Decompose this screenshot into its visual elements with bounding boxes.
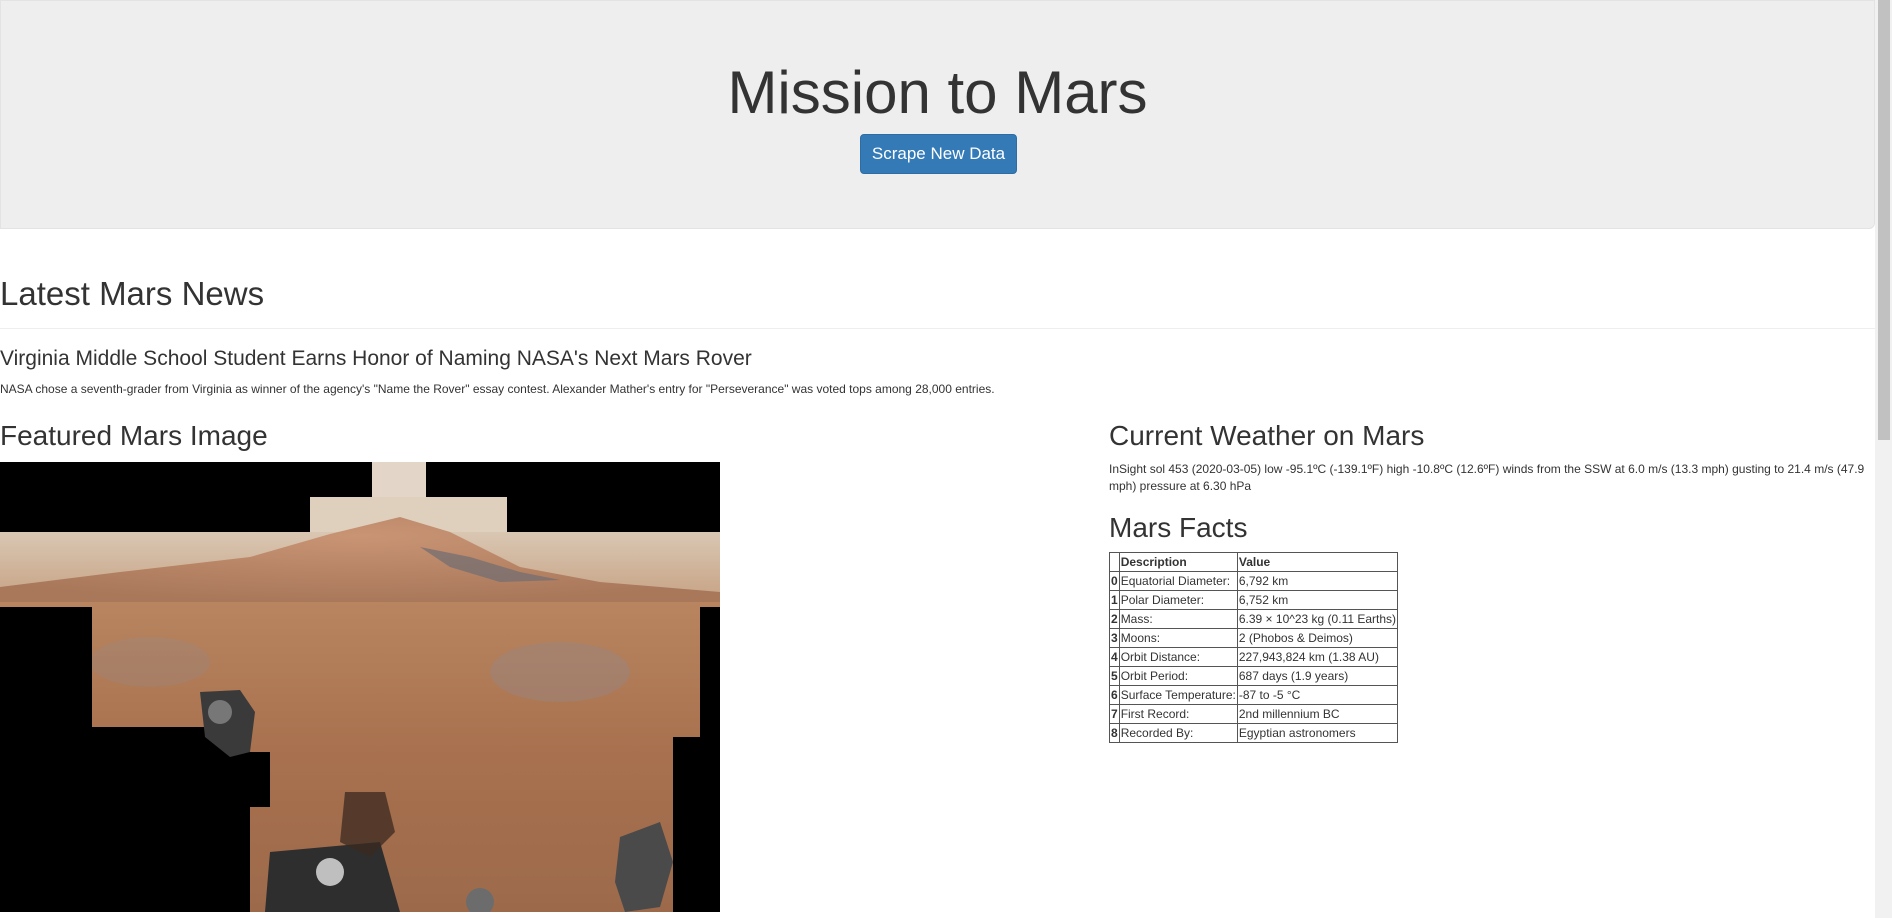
news-paragraph: NASA chose a seventh-grader from Virgini…: [0, 382, 995, 396]
mars-facts-table: Description Value 0 Equatorial Diameter: 6…: [1109, 552, 1399, 743]
row-index: 5: [1109, 666, 1120, 686]
fact-description: Surface Temperature:: [1118, 685, 1238, 705]
row-index: 0: [1109, 571, 1120, 591]
table-row: 3 Moons: 2 (Phobos & Deimos): [1109, 628, 1399, 648]
fact-description: Orbit Period:: [1118, 666, 1238, 686]
featured-image-heading: Featured Mars Image: [0, 420, 268, 451]
fact-description: First Record:: [1118, 704, 1238, 724]
fact-value: Egyptian astronomers: [1236, 723, 1399, 743]
table-row: 0 Equatorial Diameter: 6,792 km: [1109, 571, 1399, 591]
table-row: 8 Recorded By: Egyptian astronomers: [1109, 723, 1399, 743]
fact-value: 6,792 km: [1236, 571, 1399, 591]
scrape-new-data-button[interactable]: Scrape New Data: [860, 134, 1017, 174]
latest-news-heading: Latest Mars News: [0, 275, 265, 312]
fact-value: 227,943,824 km (1.38 AU): [1236, 647, 1399, 667]
row-index: 2: [1109, 609, 1120, 629]
fact-description: Mass:: [1118, 609, 1238, 629]
fact-value: 687 days (1.9 years): [1236, 666, 1399, 686]
news-title: Virginia Middle School Student Earns Hon…: [0, 347, 752, 370]
fact-value: 6.39 × 10^23 kg (0.11 Earths): [1236, 609, 1399, 629]
table-row: 4 Orbit Distance: 227,943,824 km (1.38 AU): [1109, 647, 1399, 667]
mars-facts-heading: Mars Facts: [1109, 512, 1248, 543]
table-row: 7 First Record: 2nd millennium BC: [1109, 704, 1399, 724]
divider: [0, 328, 1875, 329]
row-index: 6: [1109, 685, 1120, 705]
weather-text: InSight sol 453 (2020-03-05) low -95.1ºC…: [1109, 462, 1865, 493]
fact-description: Moons:: [1118, 628, 1238, 648]
table-row: 2 Mass: 6.39 × 10^23 kg (0.11 Earths): [1109, 609, 1399, 629]
mars-panorama-image: [0, 462, 720, 912]
facts-table-body: 0 Equatorial Diameter: 6,792 km 1 Polar Diam…: [1109, 571, 1399, 743]
table-row: 5 Orbit Period: 687 days (1.9 years): [1109, 666, 1399, 686]
scrollbar-thumb[interactable]: [1878, 0, 1890, 440]
column-header: Description: [1118, 552, 1238, 572]
table-row: 1 Polar Diameter: 6,752 km: [1109, 590, 1399, 610]
fact-value: -87 to -5 °C: [1236, 685, 1399, 705]
fact-value: 6,752 km: [1236, 590, 1399, 610]
table-header-row: Description Value: [1109, 552, 1399, 572]
row-index: 4: [1109, 647, 1120, 667]
header-jumbotron: Mission to Mars Scrape New Data: [0, 0, 1875, 229]
column-header: [1109, 552, 1120, 572]
column-header: Value: [1236, 552, 1399, 572]
fact-description: Recorded By:: [1118, 723, 1238, 743]
fact-description: Orbit Distance:: [1118, 647, 1238, 667]
table-row: 6 Surface Temperature: -87 to -5 °C: [1109, 685, 1399, 705]
row-index: 8: [1109, 723, 1120, 743]
page-title: Mission to Mars: [727, 59, 1148, 126]
fact-description: Equatorial Diameter:: [1118, 571, 1238, 591]
current-weather-heading: Current Weather on Mars: [1109, 420, 1425, 451]
row-index: 7: [1109, 704, 1120, 724]
fact-value: 2nd millennium BC: [1236, 704, 1399, 724]
fact-description: Polar Diameter:: [1118, 590, 1238, 610]
row-index: 3: [1109, 628, 1120, 648]
featured-mars-image: [0, 462, 720, 912]
vertical-scrollbar[interactable]: [1875, 0, 1892, 918]
row-index: 1: [1109, 590, 1120, 610]
page: Mission to Mars Scrape New Data Latest M…: [0, 0, 1892, 918]
fact-value: 2 (Phobos & Deimos): [1236, 628, 1399, 648]
